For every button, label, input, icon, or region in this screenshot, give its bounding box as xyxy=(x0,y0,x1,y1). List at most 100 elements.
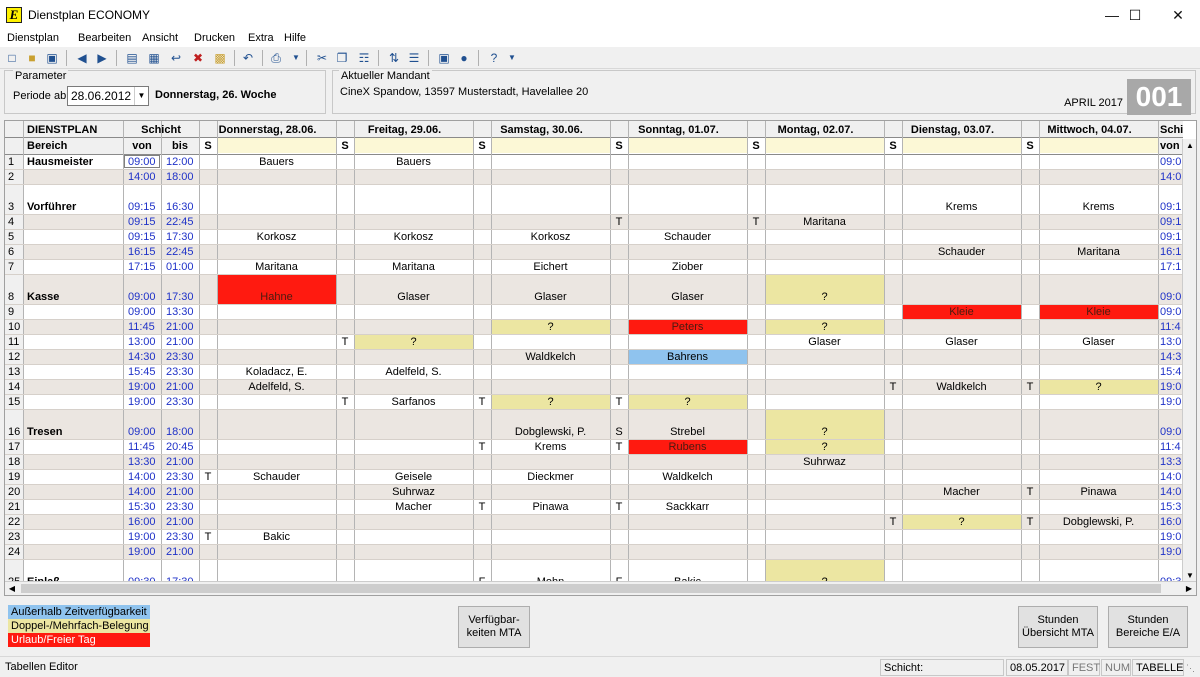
new-file-icon[interactable]: □ xyxy=(4,50,20,66)
save-icon[interactable]: ▣ xyxy=(44,50,60,66)
menu-bearbeiten[interactable]: Bearbeiten xyxy=(78,32,131,44)
day-name-header-cell[interactable] xyxy=(1039,138,1158,153)
row-number: 3 xyxy=(8,201,14,213)
header-to: bis xyxy=(172,140,188,152)
day-name-header-cell[interactable] xyxy=(354,138,473,153)
delete-row-icon[interactable]: ✖ xyxy=(190,50,206,66)
period-date-value: 28.06.2012 xyxy=(71,89,132,103)
day-name-header-cell[interactable] xyxy=(902,138,1021,153)
overflow-time: 09:0 xyxy=(1160,306,1181,318)
hours-overview-label-1: Stunden xyxy=(1037,614,1079,626)
scroll-up-icon[interactable]: ▲ xyxy=(1183,139,1196,153)
menu-drucken[interactable]: Drucken xyxy=(194,32,235,44)
table-row[interactable] xyxy=(23,214,1196,229)
image-icon[interactable]: ▣ xyxy=(436,50,452,66)
copy-icon[interactable]: ❐ xyxy=(334,50,350,66)
table-row[interactable] xyxy=(23,259,1196,274)
day-name-header-cell[interactable] xyxy=(628,138,747,153)
list-icon[interactable]: ☰ xyxy=(406,50,422,66)
shift-to: 21:00 xyxy=(166,456,194,468)
table-row[interactable] xyxy=(23,529,1196,544)
back-arrow-icon[interactable]: ◀ xyxy=(74,50,90,66)
schedule-grid[interactable]: DIENSTPLAN Schicht Bereich von bis Donnerstag… xyxy=(4,120,1197,596)
table-row[interactable] xyxy=(23,499,1196,514)
employee-name: ? xyxy=(410,336,416,348)
copy-row-icon[interactable]: ↩ xyxy=(168,50,184,66)
legend-outside-availability: Außerhalb Zeitverfügbarkeit xyxy=(8,605,150,619)
chevron-down-icon[interactable]: ▼ xyxy=(134,87,148,105)
shift-from: 09:15 xyxy=(128,231,156,243)
maximize-button[interactable]: ☐ xyxy=(1113,0,1157,30)
table-row[interactable] xyxy=(23,559,1196,589)
help-icon[interactable]: ? xyxy=(486,50,502,66)
insert-row-icon[interactable]: ▤ xyxy=(124,50,140,66)
availability-mta-button[interactable]: Verfügbar-keiten MTA xyxy=(458,606,530,648)
day-name-header-cell[interactable] xyxy=(765,138,884,153)
scroll-left-icon[interactable]: ◀ xyxy=(5,582,19,595)
shift-from: 19:00 xyxy=(128,546,156,558)
table-row[interactable] xyxy=(23,469,1196,484)
day-name-header-cell[interactable] xyxy=(217,138,336,153)
table-row[interactable] xyxy=(23,334,1196,349)
open-folder-icon[interactable]: ■ xyxy=(24,50,40,66)
insert-column-icon[interactable]: ▦ xyxy=(146,50,162,66)
table-row[interactable] xyxy=(23,409,1196,439)
table-row[interactable] xyxy=(23,274,1196,304)
forward-arrow-icon[interactable]: ▶ xyxy=(94,50,110,66)
table-row[interactable] xyxy=(23,349,1196,364)
menu-extra[interactable]: Extra xyxy=(248,32,274,44)
horizontal-scrollbar[interactable]: ◀ ▶ xyxy=(5,581,1196,595)
day-name-header-cell[interactable] xyxy=(491,138,610,153)
table-row[interactable] xyxy=(23,229,1196,244)
report-icon[interactable]: ▩ xyxy=(212,50,228,66)
help-dropdown-icon[interactable]: ▼ xyxy=(504,50,520,66)
menu-hilfe[interactable]: Hilfe xyxy=(284,32,306,44)
employee-name: Ziober xyxy=(672,261,704,273)
cut-icon[interactable]: ✂ xyxy=(314,50,330,66)
print-icon[interactable]: ⎙ xyxy=(268,50,284,66)
overflow-time: 16:1 xyxy=(1160,246,1181,258)
scroll-right-icon[interactable]: ▶ xyxy=(1182,582,1196,595)
menu-dienstplan[interactable]: Dienstplan xyxy=(7,32,59,44)
table-row[interactable] xyxy=(23,184,1196,214)
shift-from: 19:00 xyxy=(128,396,156,408)
paste-icon[interactable]: ☶ xyxy=(356,50,372,66)
overflow-time: 14:0 xyxy=(1160,486,1181,498)
vertical-scrollbar[interactable]: ▲ ▼ xyxy=(1182,139,1196,583)
close-button[interactable]: ✕ xyxy=(1156,0,1200,30)
table-row[interactable] xyxy=(23,364,1196,379)
print-dropdown-icon[interactable]: ▼ xyxy=(288,50,304,66)
table-row[interactable] xyxy=(23,454,1196,469)
menu-ansicht[interactable]: Ansicht xyxy=(142,32,178,44)
shift-from: 09:15 xyxy=(128,216,156,228)
sort-icon[interactable]: ⇅ xyxy=(386,50,402,66)
table-row[interactable] xyxy=(23,154,1196,169)
employee-name: Waldkelch xyxy=(936,381,986,393)
day-header: Sonntag, 01.07. xyxy=(638,124,719,136)
employee-name: Bauers xyxy=(259,156,294,168)
resize-grip-icon[interactable]: ⋱ xyxy=(1186,663,1195,674)
table-row[interactable] xyxy=(23,244,1196,259)
table-row[interactable] xyxy=(23,484,1196,499)
period-date-input[interactable]: 28.06.2012 ▼ xyxy=(67,86,149,106)
header-area: Bereich xyxy=(27,140,68,152)
table-row[interactable] xyxy=(23,439,1196,454)
horizontal-scroll-thumb[interactable] xyxy=(21,584,1161,593)
shift-from: 19:00 xyxy=(128,531,156,543)
shift-to: 22:45 xyxy=(166,246,194,258)
table-row[interactable] xyxy=(23,544,1196,559)
hours-overview-mta-button[interactable]: Stunden Übersicht MTA xyxy=(1018,606,1098,648)
overflow-time: 19:0 xyxy=(1160,396,1181,408)
person-icon[interactable]: ● xyxy=(456,50,472,66)
shift-to: 23:30 xyxy=(166,531,194,543)
table-row[interactable] xyxy=(23,169,1196,184)
hours-areas-button[interactable]: Stunden Bereiche E/A xyxy=(1108,606,1188,648)
schedule-table[interactable]: DIENSTPLAN Schicht Bereich von bis Donnerstag… xyxy=(5,121,1196,590)
undo-icon[interactable]: ↶ xyxy=(240,50,256,66)
employee-name: Schauder xyxy=(938,246,985,258)
status-flag: T xyxy=(616,396,623,408)
table-row[interactable] xyxy=(23,379,1196,394)
employee-name: ? xyxy=(684,396,690,408)
status-fest: FEST xyxy=(1068,659,1100,676)
employee-name: Suhrwaz xyxy=(803,456,846,468)
